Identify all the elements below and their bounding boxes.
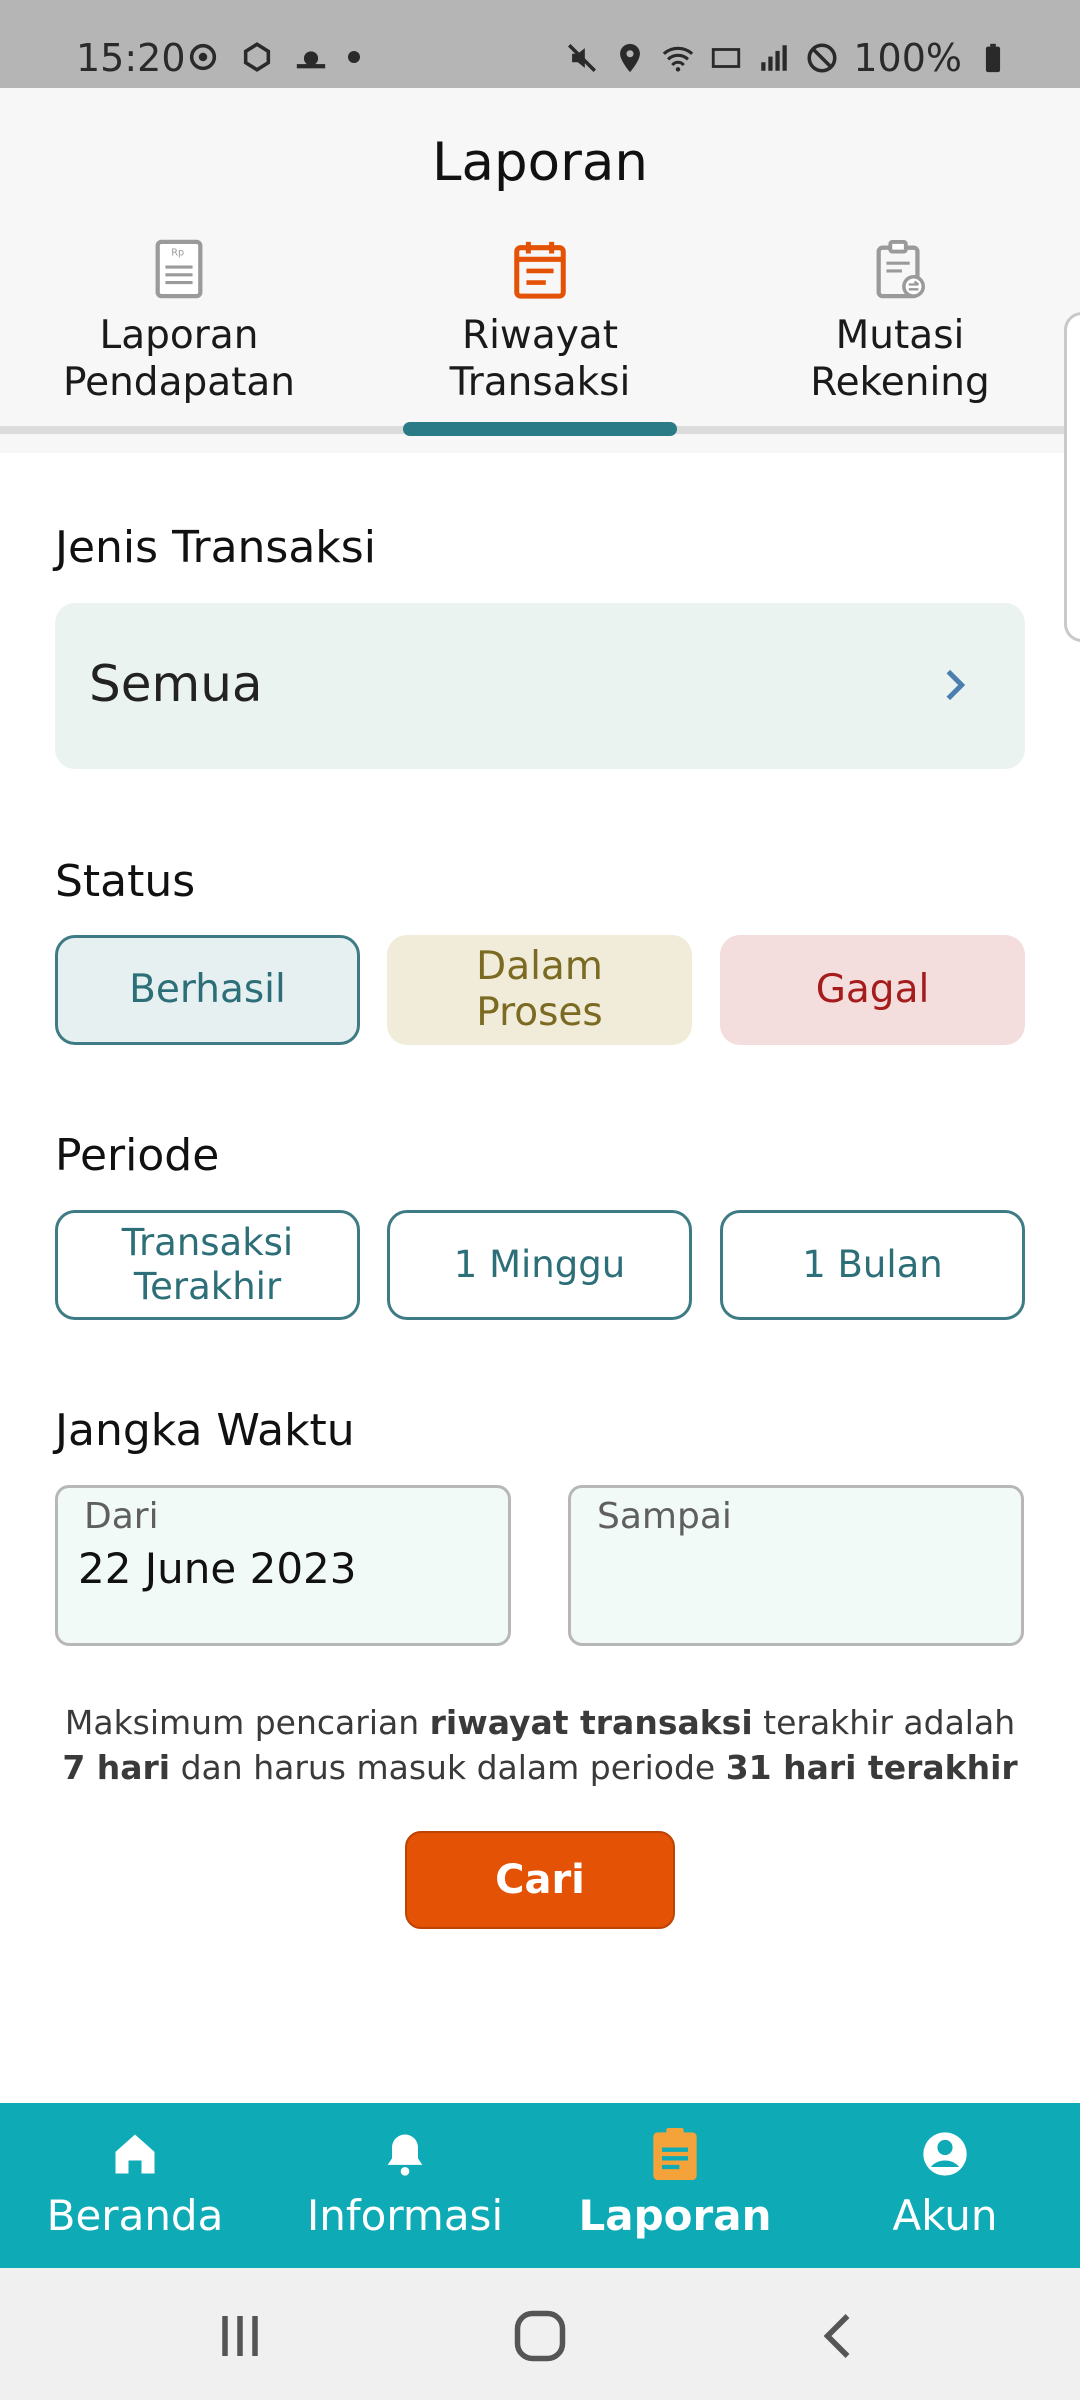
weather-icon bbox=[296, 51, 326, 69]
tab-active-indicator bbox=[403, 422, 677, 436]
home-icon bbox=[115, 2134, 155, 2174]
nav-informasi[interactable]: Informasi bbox=[270, 2103, 540, 2268]
date-from-value: 22 June 2023 bbox=[78, 1544, 357, 1593]
nav-label: Informasi bbox=[306, 2191, 504, 2240]
recent-apps-icon[interactable] bbox=[210, 2306, 270, 2366]
search-button[interactable]: Cari bbox=[405, 1831, 675, 1929]
nav-akun[interactable]: Akun bbox=[810, 2103, 1080, 2268]
tab-label: Mutasi Rekening bbox=[810, 313, 990, 405]
nav-label: Akun bbox=[892, 2191, 998, 2240]
cube-icon bbox=[243, 42, 271, 72]
bottom-nav: Beranda Informasi Laporan Akun bbox=[0, 2103, 1080, 2268]
block-icon bbox=[807, 43, 837, 73]
status-berhasil-chip[interactable]: Berhasil bbox=[55, 935, 360, 1045]
wifi-icon bbox=[663, 46, 694, 72]
status-gagal-chip[interactable]: Gagal bbox=[720, 935, 1025, 1045]
status-dalam-proses-chip[interactable]: Dalam Proses bbox=[387, 935, 692, 1045]
mute-icon bbox=[568, 43, 597, 73]
home-button-icon[interactable] bbox=[510, 2306, 570, 2366]
jangka-waktu-label: Jangka Waktu bbox=[55, 1405, 355, 1456]
tab-riwayat-transaksi[interactable]: Riwayat Transaksi bbox=[390, 238, 690, 406]
date-from-field[interactable]: Dari 22 June 2023 bbox=[55, 1485, 511, 1646]
tab-laporan-pendapatan[interactable]: Rp Laporan Pendapatan bbox=[29, 238, 329, 406]
status-bar: 15:20 100% bbox=[0, 0, 1080, 88]
nav-label: Laporan bbox=[578, 2191, 772, 2240]
signal-icon bbox=[761, 45, 788, 71]
clipboard-transfer-icon bbox=[876, 239, 925, 299]
search-limit-note: Maksimum pencarian riwayat transaksi ter… bbox=[62, 1703, 1018, 1787]
lte-icon bbox=[712, 48, 741, 68]
location-icon bbox=[620, 43, 641, 73]
page-title: Laporan bbox=[432, 132, 648, 193]
jenis-transaksi-value: Semua bbox=[89, 655, 263, 713]
periode-1-bulan-chip[interactable]: 1 Bulan bbox=[720, 1210, 1025, 1320]
periode-1-minggu-chip[interactable]: 1 Minggu bbox=[387, 1210, 692, 1320]
jenis-transaksi-select[interactable]: Semua bbox=[55, 603, 1025, 769]
battery-percent: 100% bbox=[853, 36, 962, 80]
periode-transaksi-terakhir-chip[interactable]: Transaksi Terakhir bbox=[55, 1210, 360, 1320]
date-to-field[interactable]: Sampai bbox=[568, 1485, 1024, 1646]
status-label: Status bbox=[55, 856, 196, 907]
calendar-list-icon bbox=[514, 241, 566, 299]
account-icon bbox=[923, 2132, 967, 2176]
periode-label: Periode bbox=[55, 1130, 220, 1181]
tab-label: Laporan Pendapatan bbox=[62, 313, 296, 405]
chevron-right-icon bbox=[946, 669, 966, 701]
clipboard-icon bbox=[653, 2128, 697, 2180]
side-scroll-handle[interactable] bbox=[1064, 312, 1080, 642]
back-icon[interactable] bbox=[810, 2306, 870, 2366]
bell-icon bbox=[387, 2134, 423, 2176]
status-time: 15:20 bbox=[76, 36, 186, 80]
system-nav-bar bbox=[0, 2268, 1080, 2400]
page-header: Laporan Rp Laporan Pendapatan Riwayat Tr… bbox=[0, 88, 1080, 453]
dot-icon bbox=[348, 51, 360, 63]
receipt-icon: Rp bbox=[155, 239, 203, 299]
battery-icon bbox=[985, 43, 1001, 73]
nav-beranda[interactable]: Beranda bbox=[0, 2103, 270, 2268]
settings-icon bbox=[189, 43, 217, 71]
tab-label: Riwayat Transaksi bbox=[449, 313, 631, 405]
date-from-label: Dari bbox=[84, 1496, 159, 1537]
jenis-transaksi-label: Jenis Transaksi bbox=[55, 522, 376, 573]
svg-text:Rp: Rp bbox=[171, 247, 184, 258]
date-to-label: Sampai bbox=[597, 1496, 732, 1537]
tab-mutasi-rekening[interactable]: Mutasi Rekening bbox=[750, 238, 1050, 406]
nav-label: Beranda bbox=[46, 2191, 224, 2240]
nav-laporan[interactable]: Laporan bbox=[540, 2103, 810, 2268]
